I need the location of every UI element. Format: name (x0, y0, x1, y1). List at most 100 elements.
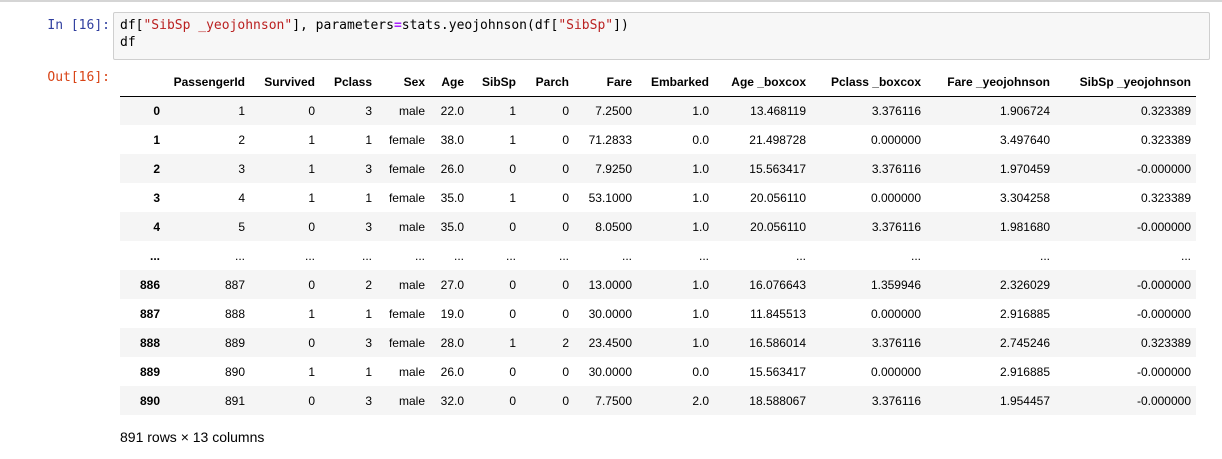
table-cell: 1 (308, 306, 315, 321)
code-line-2: df (120, 35, 136, 50)
row-index: ... (149, 248, 160, 263)
code-text: stats.yeojohnson(df[ (401, 18, 559, 33)
table-cell: -0.000000 (1136, 364, 1191, 379)
row-index: 886 (139, 277, 160, 292)
column-header: Age _boxcox (714, 69, 811, 97)
table-cell: 0 (562, 103, 569, 118)
table-cell: 1 (365, 190, 372, 205)
column-header: Parch (521, 69, 574, 97)
table-cell: 1 (509, 132, 516, 147)
table-cell: 0.323389 (1140, 103, 1191, 118)
column-header: SibSp (469, 69, 521, 97)
table-cell: 28.0 (440, 335, 464, 350)
table-cell: -0.000000 (1136, 219, 1191, 234)
table-cell: 0 (509, 161, 516, 176)
table-cell: 20.056110 (750, 190, 806, 205)
table-body: 0 1 0 3 male 22.0 1 0 7.2500 1.0 13.468119 3.376116… (120, 96, 1196, 415)
table-cell: female (388, 190, 425, 205)
table-cell: 0 (509, 219, 516, 234)
row-index: 3 (153, 190, 160, 205)
table-cell: 1.970459 (999, 161, 1050, 176)
output-prompt: Out[16]: (47, 70, 110, 85)
notebook-top-border (0, 0, 1222, 2)
dataframe-table: PassengerId Survived Pclass Sex Age SibSp Parc… (120, 69, 1196, 415)
code-string: "SibSp _yeojohnson" (143, 18, 293, 33)
table-cell: ... (361, 248, 372, 263)
table-cell: ... (795, 248, 806, 263)
table-cell: ... (1180, 248, 1191, 263)
table-cell: 23.4500 (588, 335, 632, 350)
table-cell: 5 (238, 219, 245, 234)
table-cell: 1 (365, 132, 372, 147)
table-cell: 0 (562, 277, 569, 292)
column-header: Survived (250, 69, 320, 97)
table-cell: 13.468119 (750, 103, 806, 118)
table-cell: 2 (238, 132, 245, 147)
table-cell: 0.0 (692, 132, 709, 147)
table-cell: ... (621, 248, 632, 263)
table-cell: 0 (562, 161, 569, 176)
table-cell: 0 (509, 306, 516, 321)
table-cell: 8.0500 (595, 219, 632, 234)
table-cell: female (388, 161, 425, 176)
table-cell: 26.0 (440, 161, 464, 176)
table-cell: ... (234, 248, 245, 263)
table-cell: 3.497640 (999, 132, 1050, 147)
table-cell: -0.000000 (1136, 161, 1191, 176)
table-row: 887 888 1 1 female 19.0 0 0 30.0000 1.0 11.845513 0… (120, 299, 1196, 328)
table-cell: 1 (308, 161, 315, 176)
table-cell: 1.0 (692, 306, 709, 321)
table-row: 2 3 1 3 female 26.0 0 0 7.9250 1.0 15.563417 3.3761… (120, 154, 1196, 183)
table-cell: male (398, 393, 425, 408)
table-cell: 3 (365, 335, 372, 350)
row-index: 1 (153, 132, 160, 147)
code-text: ]) (613, 18, 629, 33)
table-cell: 2.916885 (999, 364, 1050, 379)
table-cell: 2.745246 (999, 335, 1050, 350)
table-cell: 1.0 (692, 335, 709, 350)
table-cell: 3.376116 (871, 219, 921, 234)
table-cell: 1 (509, 335, 516, 350)
table-cell: 3.304258 (999, 190, 1050, 205)
table-cell: 0 (562, 306, 569, 321)
column-header: Sex (377, 69, 430, 97)
column-header: Fare (574, 69, 637, 97)
table-cell: 0 (562, 219, 569, 234)
table-cell: 1.0 (692, 161, 709, 176)
row-index: 887 (139, 306, 160, 321)
table-cell: 0.0 (692, 364, 709, 379)
table-cell: 0 (308, 103, 315, 118)
table-cell: ... (558, 248, 569, 263)
table-cell: 13.0000 (588, 277, 632, 292)
code-input-cell[interactable]: df["SibSp _yeojohnson"], parameters=stat… (113, 12, 1210, 60)
table-cell: 1.359946 (870, 277, 921, 292)
table-cell: 21.498728 (749, 132, 806, 147)
table-cell: 0 (308, 393, 315, 408)
table-cell: 0.000000 (870, 364, 921, 379)
table-cell: 0 (509, 277, 516, 292)
column-header: Embarked (637, 69, 714, 97)
table-cell: 0.000000 (870, 190, 921, 205)
row-index: 4 (153, 219, 160, 234)
table-cell: 22.0 (440, 103, 464, 118)
table-cell: 1.954457 (999, 393, 1050, 408)
table-row: 886 887 0 2 male 27.0 0 0 13.0000 1.0 16.076643 1.3… (120, 270, 1196, 299)
table-cell: 1 (308, 364, 315, 379)
row-index: 888 (139, 335, 160, 350)
table-cell: 3.376116 (871, 161, 921, 176)
table-cell: 0 (509, 393, 516, 408)
table-cell: 1.981680 (999, 219, 1050, 234)
table-cell: female (388, 335, 425, 350)
table-cell: 1.0 (692, 219, 709, 234)
code-string: "SibSp" (558, 18, 614, 33)
table-cell: 38.0 (440, 132, 464, 147)
table-cell: 16.076643 (749, 277, 806, 292)
table-cell: 15.563417 (749, 161, 806, 176)
table-cell: 0 (308, 335, 315, 350)
table-cell: 16.586014 (749, 335, 806, 350)
code-operator: = (393, 18, 402, 33)
table-shape-summary: 891 rows × 13 columns (120, 429, 265, 445)
table-cell: -0.000000 (1136, 306, 1191, 321)
table-cell: ... (698, 248, 709, 263)
table-cell: 3 (365, 219, 372, 234)
